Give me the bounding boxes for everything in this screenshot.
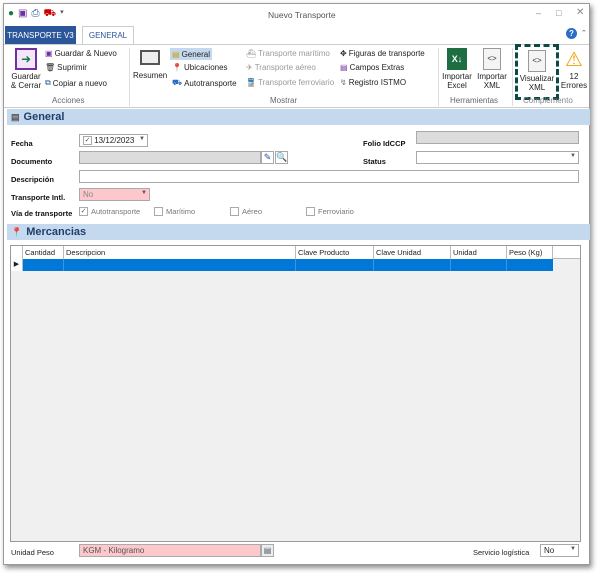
save-icon[interactable]: ▣ [18, 8, 27, 21]
servicio-logistica-label: Servicio logística [473, 548, 530, 557]
tab-transporte-v3[interactable]: TRANSPORTE V3 [5, 26, 76, 44]
general-button[interactable]: ▤ General [170, 48, 213, 60]
fecha-label: Fecha [11, 139, 33, 148]
form-icon: ▤ [11, 111, 20, 122]
search-icon[interactable]: 🔍 [275, 151, 288, 164]
registro-istmo-button[interactable]: ↯ Registro ISTMO [340, 78, 406, 87]
documento-input[interactable] [79, 151, 261, 164]
table-row[interactable] [23, 259, 553, 271]
train-icon: 🚆 [246, 78, 256, 87]
tab-general[interactable]: GENERAL [82, 26, 134, 44]
status-select[interactable]: ▼ [416, 151, 579, 164]
minimize-button[interactable]: – [536, 8, 541, 18]
transporte-intl-label: Transporte Intl. [11, 193, 66, 202]
descripcion-input[interactable] [79, 170, 579, 183]
autotransporte-button[interactable]: ⛟ Autotransporte [172, 78, 237, 88]
transporte-intl-select[interactable]: No ▼ [79, 188, 150, 201]
resumen-button[interactable]: Resumen [133, 48, 167, 80]
column-header[interactable]: Unidad [451, 246, 507, 259]
ferroviario-button[interactable]: 🚆 Transporte ferroviario [246, 78, 334, 87]
column-header[interactable]: Peso (Kg) [507, 246, 553, 259]
chevron-down-icon: ▼ [570, 153, 576, 159]
location-pin-icon: 📍 [11, 226, 23, 237]
fecha-checkbox[interactable]: ✓ [83, 136, 92, 145]
group-label-acciones: Acciones [52, 96, 85, 105]
unidad-peso-label: Unidad Peso [11, 548, 54, 557]
group-label-herramientas: Herramientas [450, 96, 499, 105]
figuras-button[interactable]: ✥ Figuras de transporte [340, 49, 425, 58]
column-header[interactable]: Clave Unidad [374, 246, 451, 259]
general-icon: ▤ [172, 49, 180, 59]
via-maritimo-checkbox[interactable]: Marítimo [154, 207, 195, 216]
mercancias-grid[interactable]: Cantidad Descripcion Clave Producto Clav… [10, 245, 581, 542]
xml-import-icon: <> [483, 48, 501, 70]
copy-icon: ⧉ [45, 78, 51, 87]
app-icon[interactable]: ● [8, 8, 14, 21]
location-pin-icon: 📍 [172, 63, 182, 72]
chevron-down-icon: ▼ [141, 190, 147, 196]
suprimir-button[interactable]: 🗑 Suprimir [45, 63, 87, 72]
truck-icon[interactable]: ⛟ [44, 8, 57, 21]
ubicaciones-button[interactable]: 📍 Ubicaciones [172, 63, 228, 72]
via-aereo-checkbox[interactable]: Aéreo [230, 207, 262, 216]
ship-icon: ⛴ [246, 49, 257, 58]
fecha-picker[interactable]: ✓ 13/12/2023 ▼ [79, 134, 148, 147]
transport-window: ● ▣ ⎙ ⛟ ▾ Nuevo Transporte – □ ✕ TRANSPO… [3, 3, 590, 565]
errores-button[interactable]: ⚠ 12 Errores [560, 48, 588, 90]
xml-view-icon: <> [528, 50, 546, 72]
documento-label: Documento [11, 157, 53, 166]
via-ferroviario-checkbox[interactable]: Ferroviario [306, 207, 354, 216]
row-indicator-icon: ▶ [11, 259, 23, 271]
unidad-peso-input[interactable]: KGM - Kilogramo [79, 544, 261, 557]
route-icon: ↯ [340, 78, 347, 87]
quick-access-toolbar: ● ▣ ⎙ ⛟ ▾ [8, 8, 64, 21]
servicio-logistica-select[interactable]: No ▼ [540, 544, 579, 557]
column-header[interactable]: Clave Producto [296, 246, 374, 259]
save-new-icon: ▣ [45, 49, 53, 58]
form-icon: ▤ [340, 63, 348, 72]
help-icon[interactable]: ? [566, 28, 577, 39]
section-mercancias-header: 📍 Mercancias [7, 224, 590, 240]
maximize-button[interactable]: □ [556, 8, 561, 18]
section-general-header: ▤ General [7, 109, 590, 125]
monitor-icon [140, 50, 160, 65]
grid-header-row: Cantidad Descripcion Clave Producto Clav… [11, 246, 553, 259]
copiar-nuevo-button[interactable]: ⧉ Copiar a nuevo [45, 78, 107, 88]
campos-extras-button[interactable]: ▤ Campos Extras [340, 63, 404, 72]
save-close-icon: ➜ [15, 48, 37, 70]
importar-xml-button[interactable]: <> Importar XML [475, 48, 509, 90]
column-header[interactable]: Cantidad [23, 246, 64, 259]
group-label-mostrar: Mostrar [270, 96, 298, 105]
move-icon: ✥ [340, 49, 347, 58]
descripcion-label: Descripción [11, 175, 54, 184]
visualizar-xml-button[interactable]: <> Visualizar XML [515, 44, 559, 100]
trash-icon: 🗑 [45, 63, 56, 72]
warning-icon: ⚠ [565, 49, 583, 71]
maritimo-button[interactable]: ⛴ Transporte marítimo [246, 49, 330, 58]
chevron-down-icon: ▼ [570, 546, 576, 552]
print-icon[interactable]: ⎙ [32, 8, 40, 21]
customize-icon[interactable]: ▾ [60, 8, 64, 21]
close-button[interactable]: ✕ [576, 7, 584, 18]
excel-import-icon: X↓ [447, 48, 467, 70]
status-label: Status [363, 157, 386, 166]
airplane-icon: ✈ [246, 63, 253, 72]
guardar-nuevo-button[interactable]: ▣ Guardar & Nuevo [45, 49, 117, 58]
aereo-button[interactable]: ✈ Transporte aéreo [246, 63, 316, 72]
calendar-dropdown-icon[interactable]: ▼ [139, 136, 145, 142]
folio-input[interactable] [416, 131, 579, 144]
edit-pencil-icon[interactable]: ✎ [261, 151, 274, 164]
group-label-complemento: Complemento [523, 96, 573, 105]
via-autotransporte-checkbox[interactable]: ✓ Autotransporte [79, 207, 140, 216]
window-title: Nuevo Transporte [268, 10, 336, 20]
truck-icon: ⛟ [172, 78, 183, 87]
column-header[interactable]: Descripcion [64, 246, 296, 259]
importar-excel-button[interactable]: X↓ Importar Excel [440, 48, 474, 90]
collapse-ribbon-icon[interactable]: ⌃ [581, 29, 587, 37]
catalog-lookup-icon[interactable]: ▤ [261, 544, 274, 557]
guardar-cerrar-button[interactable]: ➜ Guardar & Cerrar [10, 48, 42, 90]
via-transporte-label: Vía de transporte [11, 209, 73, 218]
folio-label: Folio IdCCP [363, 139, 406, 148]
